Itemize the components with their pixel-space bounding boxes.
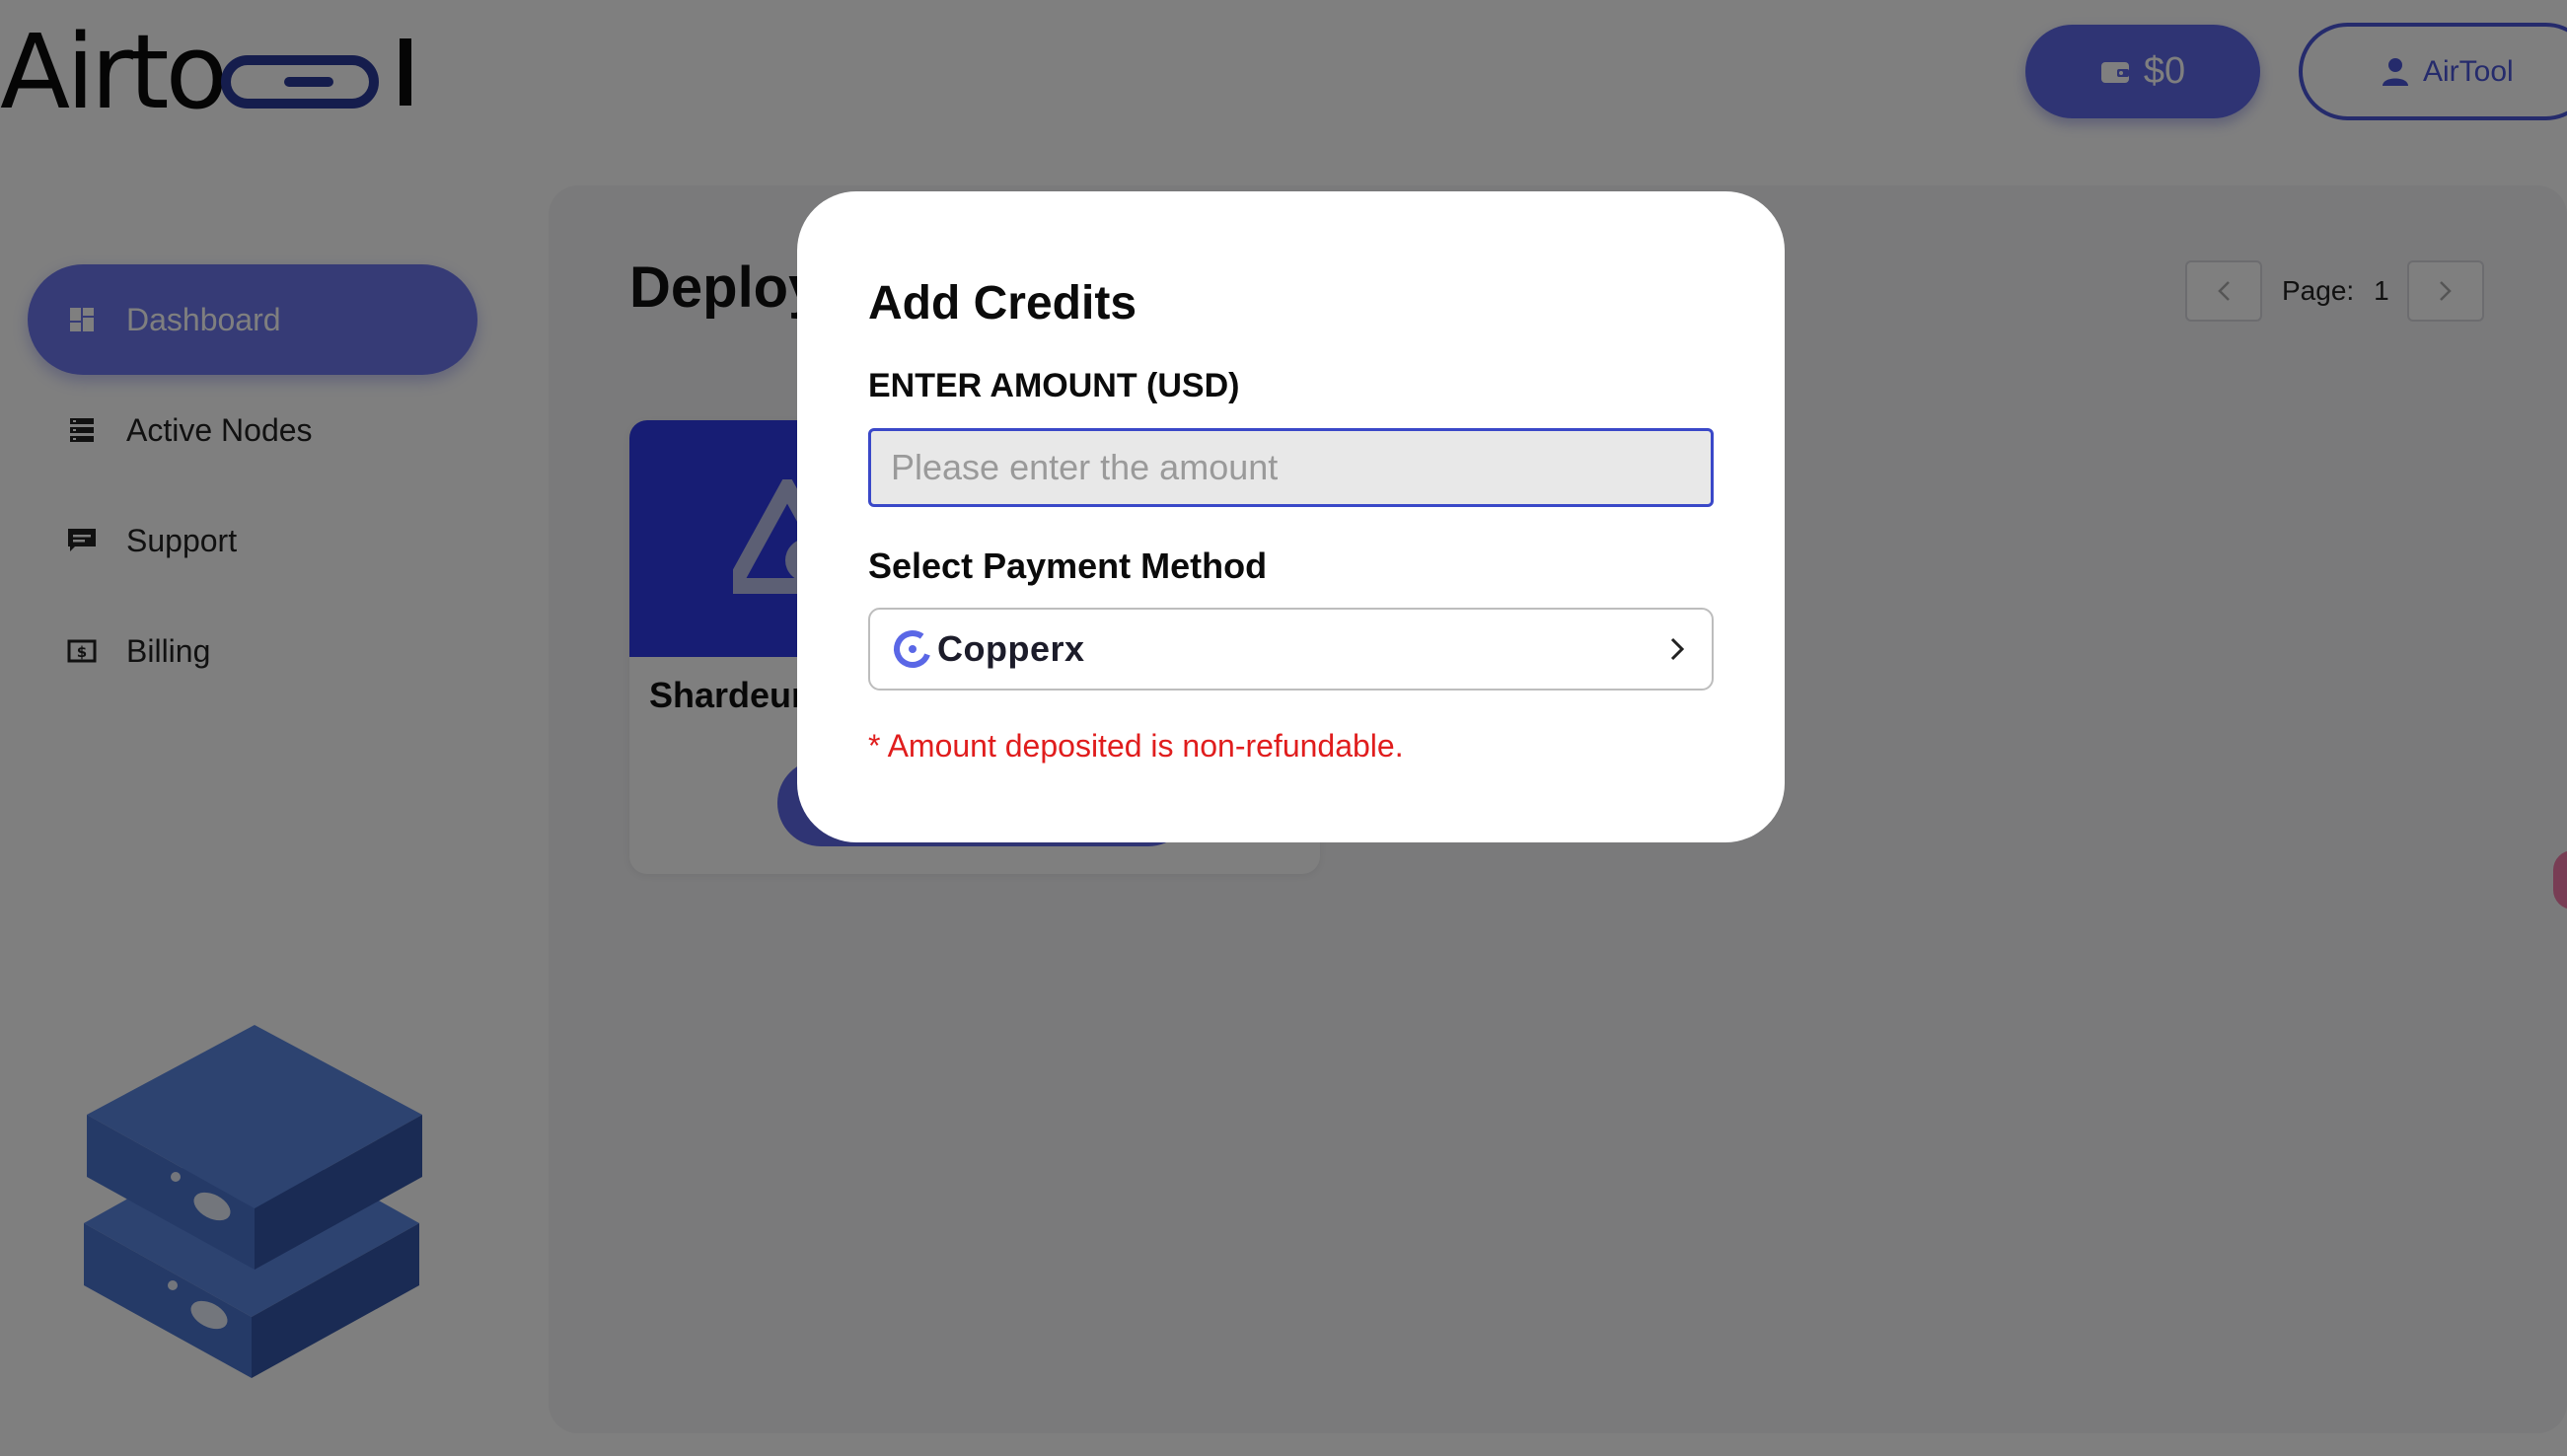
non-refundable-notice: * Amount deposited is non-refundable. [868,728,1404,764]
copperx-icon [894,630,931,668]
amount-input[interactable] [868,428,1714,507]
copperx-logo: Copperx [892,628,1085,670]
chevron-right-icon [1668,635,1686,663]
payment-method-name: Copperx [937,628,1085,669]
add-credits-modal: Add Credits ENTER AMOUNT (USD) Select Pa… [797,191,1785,842]
modal-title: Add Credits [868,277,1137,329]
payment-method-select[interactable]: Copperx [868,608,1714,691]
amount-label: ENTER AMOUNT (USD) [868,367,1240,404]
app-root: Airto $0 AirTool D [0,0,2567,1456]
payment-method-label: Select Payment Method [868,546,1268,586]
